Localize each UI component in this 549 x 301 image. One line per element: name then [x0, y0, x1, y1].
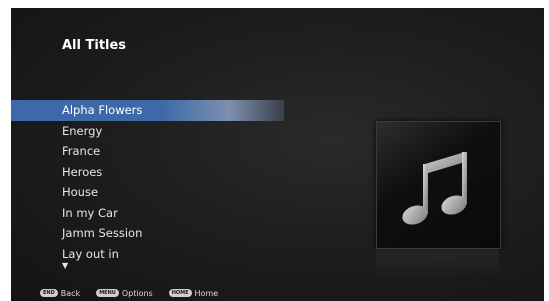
list-item-in-my-car[interactable]: In my Car [11, 203, 301, 224]
list-item-label: Heroes [62, 164, 103, 179]
list-item-energy[interactable]: Energy [11, 121, 301, 142]
music-note-icon [402, 152, 467, 225]
options-hint[interactable]: MENU Options [96, 289, 153, 298]
list-item-lay-out-in[interactable]: Lay out in [11, 244, 301, 265]
page-title: All Titles [62, 38, 127, 53]
footer-hints: END Back MENU Options HOME Home [40, 287, 234, 299]
list-item-label: Energy [62, 123, 103, 138]
menu-key-icon: MENU [96, 289, 119, 297]
end-key-icon: END [40, 289, 58, 297]
album-art [376, 121, 501, 249]
home-hint[interactable]: HOME Home [168, 288, 219, 298]
options-label: Options [121, 288, 153, 298]
list-item-label: In my Car [62, 205, 118, 220]
back-hint[interactable]: END Back [40, 289, 80, 298]
list-item-alpha-flowers[interactable]: Alpha Flowers [11, 100, 284, 121]
list-item-heroes[interactable]: Heroes [11, 162, 301, 183]
back-label: Back [60, 288, 81, 298]
list-item-house[interactable]: House [11, 182, 301, 203]
album-art-reflection [376, 249, 499, 279]
list-item-label: Lay out in [62, 246, 119, 261]
home-label: Home [194, 288, 219, 298]
list-item-label: House [62, 185, 99, 199]
media-browser-screen: All Titles Alpha Flowers Energy France H… [11, 8, 544, 301]
list-item-france[interactable]: France [11, 141, 301, 162]
list-item-jamm-session[interactable]: Jamm Session [11, 223, 301, 244]
list-item-label: Alpha Flowers [62, 103, 143, 117]
title-list: Alpha Flowers Energy France Heroes House… [11, 100, 301, 264]
list-item-label: Jamm Session [62, 226, 143, 240]
scroll-down-icon[interactable]: ▼ [62, 261, 68, 270]
list-item-label: France [62, 144, 101, 158]
home-key-icon: HOME [168, 289, 192, 297]
